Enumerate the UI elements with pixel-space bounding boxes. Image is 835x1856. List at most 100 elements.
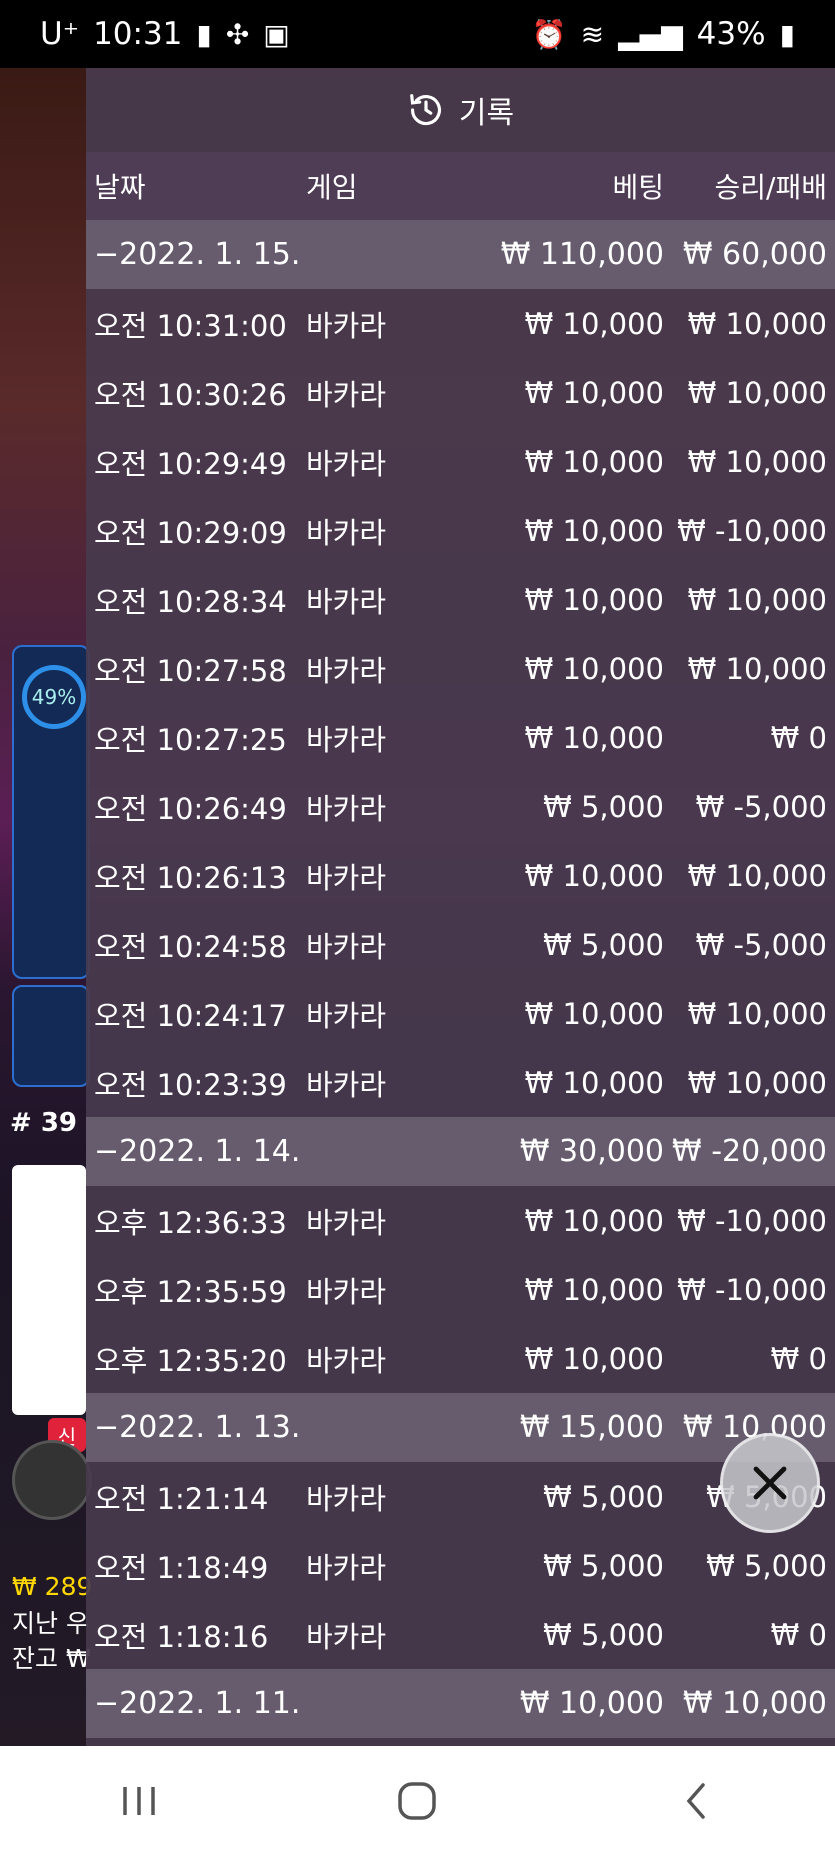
history-row[interactable]: 오전 10:30:26 바카라 ₩ 10,000 ₩ 10,000 xyxy=(86,358,835,427)
row-win: ₩ -10,000 xyxy=(677,1203,827,1238)
row-win: ₩ 10,000 xyxy=(687,375,827,410)
row-win: ₩ 0 xyxy=(770,720,827,755)
row-time: 오전 10:28:34 xyxy=(94,584,287,619)
history-row[interactable]: 오전 10:24:17 바카라 ₩ 10,000 ₩ 10,000 xyxy=(86,979,835,1048)
row-time: 오전 1:18:16 xyxy=(94,1619,269,1654)
row-bet: ₩ 10,000 xyxy=(524,444,664,479)
carrier-label: U⁺ xyxy=(40,16,80,52)
row-time: 오후 12:35:20 xyxy=(94,1343,287,1378)
row-time: 오전 1:18:49 xyxy=(94,1550,269,1585)
round-number: # 39 xyxy=(10,1108,78,1138)
row-time: 오전 10:26:13 xyxy=(94,860,287,895)
history-row[interactable]: 오전 10:27:25 바카라 ₩ 10,000 ₩ 0 xyxy=(86,703,835,772)
history-row[interactable]: 오전 10:28:34 바카라 ₩ 10,000 ₩ 10,000 xyxy=(86,565,835,634)
row-game: 바카라 xyxy=(306,1550,387,1585)
chip-button[interactable] xyxy=(12,1440,92,1520)
column-win-loss: 승리/패배 xyxy=(714,171,827,204)
home-icon xyxy=(398,1782,437,1820)
row-game: 바카라 xyxy=(306,1481,387,1516)
history-row[interactable]: 오전 1:18:49 바카라 ₩ 5,000 ₩ 5,000 xyxy=(86,1531,835,1600)
row-game: 바카라 xyxy=(306,377,387,412)
row-game: 바카라 xyxy=(306,1205,387,1240)
row-bet: ₩ 10,000 xyxy=(524,1272,664,1307)
row-time: 오전 10:29:49 xyxy=(94,446,287,481)
row-bet: ₩ 10,000 xyxy=(524,651,664,686)
row-win: ₩ 5,000 xyxy=(706,1548,827,1583)
history-row[interactable]: 오전 10:27:58 바카라 ₩ 10,000 ₩ 10,000 xyxy=(86,634,835,703)
date-group-row[interactable]: −2022. 1. 15. ₩ 110,000 ₩ 60,000 xyxy=(86,220,835,289)
row-bet: ₩ 10,000 xyxy=(524,1341,664,1376)
balance-line-1: ₩ 289 xyxy=(12,1572,93,1601)
game-button[interactable] xyxy=(12,985,90,1087)
row-win: ₩ -10,000 xyxy=(677,513,827,548)
close-icon xyxy=(753,1466,787,1500)
image-icon: ▣ xyxy=(263,17,290,51)
history-row[interactable]: 오전 10:23:39 바카라 ₩ 10,000 ₩ 10,000 xyxy=(86,1048,835,1117)
row-game: 바카라 xyxy=(306,515,387,550)
history-row[interactable]: 오후 12:35:59 바카라 ₩ 10,000 ₩ -10,000 xyxy=(86,1255,835,1324)
history-title: 기록 xyxy=(458,96,515,131)
row-bet: ₩ 10,000 xyxy=(524,306,664,341)
row-win: ₩ 10,000 xyxy=(687,444,827,479)
row-win: ₩ 10,000 xyxy=(687,996,827,1031)
group-date: −2022. 1. 13. xyxy=(94,1410,301,1445)
row-game: 바카라 xyxy=(306,791,387,826)
row-time: 오후 12:36:33 xyxy=(94,1205,287,1240)
row-bet: ₩ 5,000 xyxy=(543,789,664,824)
date-group-row[interactable]: −2022. 1. 13. ₩ 15,000 ₩ 10,000 xyxy=(86,1393,835,1462)
back-button[interactable] xyxy=(656,1761,736,1841)
row-time: 오전 10:26:49 xyxy=(94,791,287,826)
battery-percent: 43% xyxy=(696,16,766,52)
row-time: 오전 10:27:25 xyxy=(94,722,287,757)
row-bet: ₩ 10,000 xyxy=(524,1065,664,1100)
recent-apps-button[interactable] xyxy=(99,1761,179,1841)
row-game: 바카라 xyxy=(306,929,387,964)
row-win: ₩ 10,000 xyxy=(687,651,827,686)
history-row[interactable]: 오후 12:35:20 바카라 ₩ 10,000 ₩ 0 xyxy=(86,1324,835,1393)
clock: 10:31 xyxy=(93,16,183,52)
history-row[interactable]: 오전 1:18:16 바카라 ₩ 5,000 ₩ 0 xyxy=(86,1600,835,1669)
row-time: 오전 10:23:39 xyxy=(94,1067,287,1102)
history-column-headers: 날짜 게임 베팅 승리/패배 xyxy=(86,152,835,220)
row-bet: ₩ 10,000 xyxy=(524,996,664,1031)
column-game: 게임 xyxy=(306,171,358,204)
history-row[interactable]: 오전 10:24:58 바카라 ₩ 5,000 ₩ -5,000 xyxy=(86,910,835,979)
row-game: 바카라 xyxy=(306,1067,387,1102)
group-bet-total: ₩ 10,000 xyxy=(519,1686,664,1721)
history-row[interactable]: 오전 10:26:13 바카라 ₩ 10,000 ₩ 10,000 xyxy=(86,841,835,910)
history-row[interactable]: 오전 10:29:09 바카라 ₩ 10,000 ₩ -10,000 xyxy=(86,496,835,565)
row-bet: ₩ 10,000 xyxy=(524,720,664,755)
group-bet-total: ₩ 15,000 xyxy=(519,1410,664,1445)
row-time: 오전 10:24:17 xyxy=(94,998,287,1033)
history-row[interactable]: 오전 10:29:49 바카라 ₩ 10,000 ₩ 10,000 xyxy=(86,427,835,496)
date-group-row[interactable]: −2022. 1. 14. ₩ 30,000 ₩ -20,000 xyxy=(86,1117,835,1186)
home-button[interactable] xyxy=(377,1761,457,1841)
back-icon xyxy=(686,1783,705,1819)
row-win: ₩ -5,000 xyxy=(695,789,827,824)
history-row[interactable]: 오전 10:31:00 바카라 ₩ 10,000 ₩ 10,000 xyxy=(86,289,835,358)
row-game: 바카라 xyxy=(306,584,387,619)
group-bet-total: ₩ 30,000 xyxy=(519,1134,664,1169)
row-win: ₩ 0 xyxy=(770,1617,827,1652)
balance-line-3: 잔고 ₩ xyxy=(12,1644,91,1673)
history-row[interactable]: 오후 12:36:33 바카라 ₩ 10,000 ₩ -10,000 xyxy=(86,1186,835,1255)
history-row[interactable]: 오전 10:26:49 바카라 ₩ 5,000 ₩ -5,000 xyxy=(86,772,835,841)
row-bet: ₩ 10,000 xyxy=(524,582,664,617)
group-date: −2022. 1. 11. xyxy=(94,1686,301,1721)
wifi-icon: ≋ xyxy=(580,17,605,51)
row-win: ₩ -5,000 xyxy=(695,927,827,962)
row-win: ₩ 10,000 xyxy=(687,858,827,893)
column-bet: 베팅 xyxy=(612,171,664,204)
row-game: 바카라 xyxy=(306,653,387,688)
date-group-row[interactable]: −2022. 1. 11. ₩ 10,000 ₩ 10,000 xyxy=(86,1669,835,1738)
row-win: ₩ 10,000 xyxy=(687,1065,827,1100)
row-game: 바카라 xyxy=(306,446,387,481)
row-game: 바카라 xyxy=(306,860,387,895)
row-bet: ₩ 5,000 xyxy=(543,1479,664,1514)
close-button[interactable] xyxy=(720,1433,820,1533)
row-time: 오후 12:35:59 xyxy=(94,1274,287,1309)
row-win: ₩ 10,000 xyxy=(687,306,827,341)
column-date: 날짜 xyxy=(94,171,146,204)
status-left: U⁺ 10:31 ▮ ✣ ▣ xyxy=(40,16,290,52)
row-game: 바카라 xyxy=(306,1619,387,1654)
